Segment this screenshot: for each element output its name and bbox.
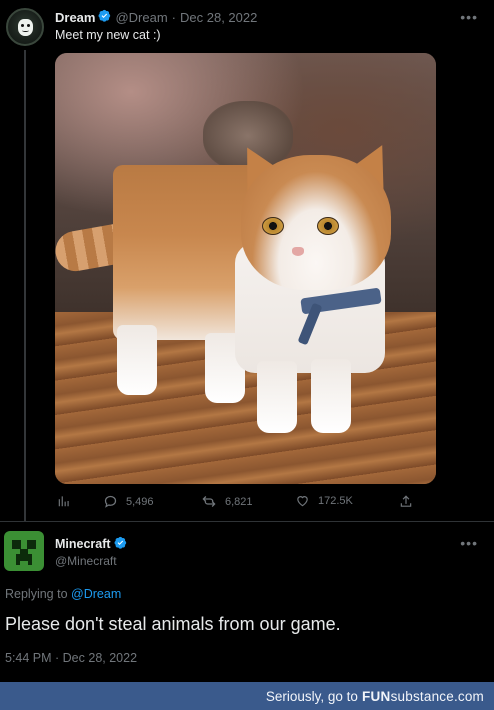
avatar-eye-left <box>21 24 24 27</box>
like-count: 172.5K <box>318 495 353 507</box>
author-name[interactable]: Dream <box>55 10 95 25</box>
replying-prefix: Replying to <box>5 587 68 601</box>
watermark-brand-fun[interactable]: FUN <box>362 689 391 704</box>
tweet-date[interactable]: Dec 28, 2022 <box>180 10 257 25</box>
share-button[interactable] <box>399 494 413 509</box>
divider <box>0 521 494 522</box>
avatar-mouth <box>22 29 29 32</box>
retweet-count: 6,821 <box>225 495 253 508</box>
tweet-text: Meet my new cat :) <box>55 28 161 42</box>
reply-icon <box>103 494 118 509</box>
tweet-header: Dream @Dream · Dec 28, 2022 <box>55 9 257 25</box>
more-icon[interactable]: ••• <box>460 535 478 551</box>
reply-count: 5,496 <box>126 495 154 508</box>
cat-eye-right <box>317 217 339 235</box>
creeper-mouth <box>16 554 32 561</box>
reply-author-name[interactable]: Minecraft <box>55 537 111 551</box>
avatar-face <box>18 19 33 36</box>
like-icon <box>295 494 310 508</box>
like-button[interactable]: 172.5K <box>295 494 353 508</box>
tweet-dream: Dream @Dream · Dec 28, 2022 ••• Meet my … <box>0 0 494 521</box>
replying-to-link[interactable]: @Dream <box>71 587 121 601</box>
reply-button[interactable]: 5,496 <box>103 494 154 509</box>
analytics-button[interactable] <box>57 494 71 508</box>
cat-eye-left <box>262 217 284 235</box>
avatar-eye-right <box>27 24 30 27</box>
reply-header: Minecraft <box>55 536 131 552</box>
author-handle[interactable]: @Dream <box>115 10 167 25</box>
verified-badge-icon <box>114 536 127 552</box>
reply-author-handle[interactable]: @Minecraft <box>55 554 117 568</box>
verified-badge-icon <box>98 9 111 25</box>
cat-leg <box>257 361 297 433</box>
cat-leg <box>311 359 351 433</box>
tweet-actions: 5,496 6,821 172.5K <box>55 494 436 512</box>
analytics-icon <box>57 494 71 508</box>
creeper-mouth <box>16 561 20 565</box>
watermark-banner: Seriously, go to FUN substance .com <box>0 682 494 710</box>
avatar-minecraft-creeper[interactable] <box>4 531 44 571</box>
share-icon <box>399 494 413 509</box>
retweet-icon <box>201 494 217 509</box>
reply-timestamp[interactable]: 5:44 PM · Dec 28, 2022 <box>5 651 137 665</box>
watermark-brand-substance[interactable]: substance <box>391 689 454 704</box>
separator-dot: · <box>171 9 177 25</box>
more-icon[interactable]: ••• <box>460 9 478 25</box>
creeper-mouth <box>28 561 32 565</box>
cat-nose <box>292 247 304 256</box>
retweet-button[interactable]: 6,821 <box>201 494 253 509</box>
replying-to: Replying to @Dream <box>5 587 121 601</box>
watermark-text: Seriously, go to <box>265 688 358 704</box>
cat-leg <box>117 325 157 395</box>
thread-line <box>24 50 26 521</box>
avatar-dream[interactable] <box>6 8 44 46</box>
tweet-photo[interactable] <box>55 53 436 484</box>
watermark-brand-com[interactable]: .com <box>454 689 484 704</box>
reply-text: Please don't steal animals from our game… <box>5 614 341 634</box>
creeper-eye-right <box>27 540 36 549</box>
creeper-eye-left <box>12 540 21 549</box>
